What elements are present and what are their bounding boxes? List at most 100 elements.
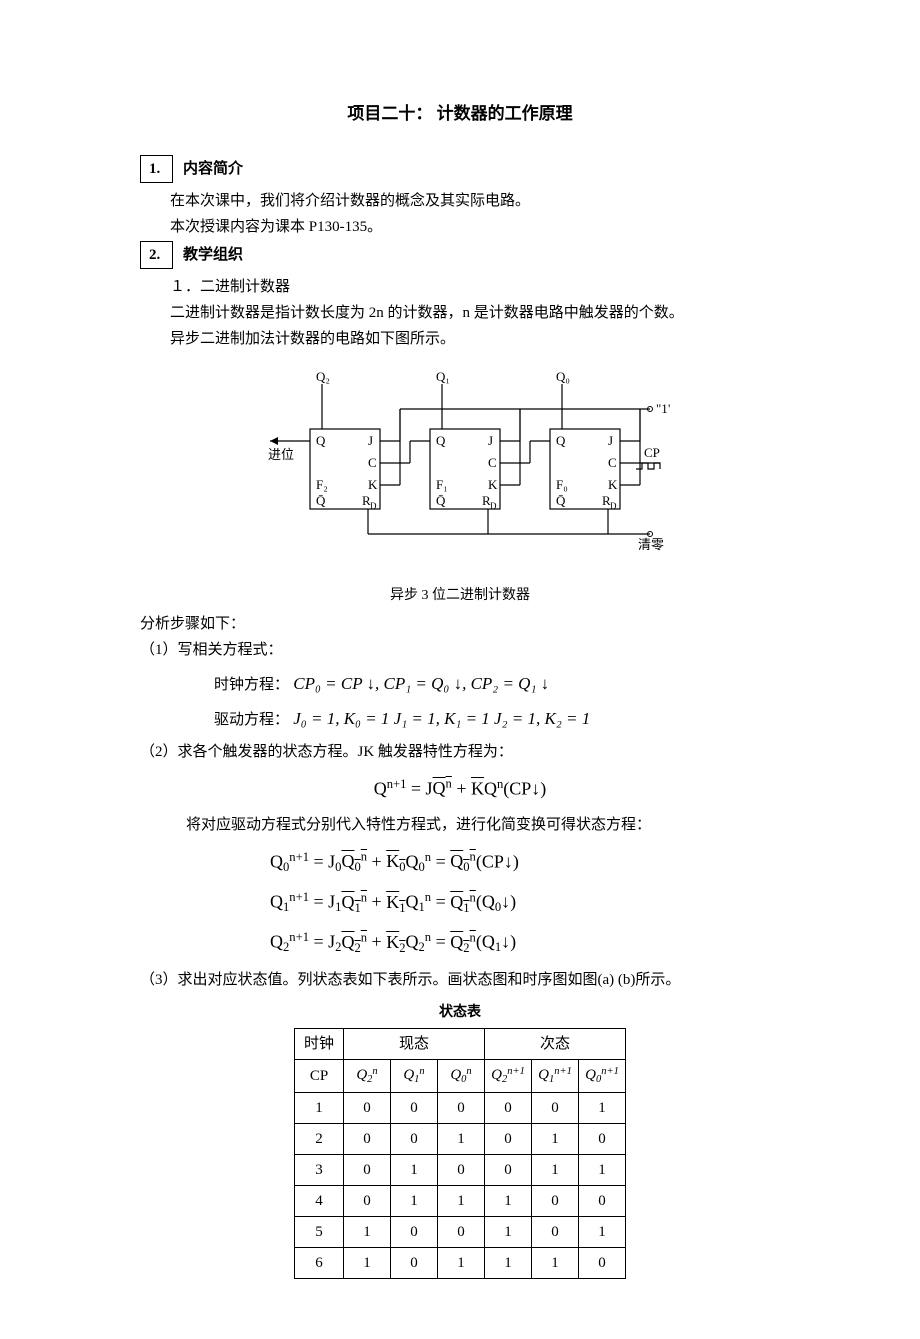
section-1-heading: 内容简介 [183, 157, 243, 181]
table-cell: 0 [532, 1216, 579, 1247]
table-row: 2001010 [295, 1123, 626, 1154]
svg-text:K: K [488, 477, 498, 492]
table-cell: 1 [485, 1216, 532, 1247]
clock-equation: 时钟方程： CP₀ = CP ↓, CP₁ = Q₀ ↓, CP₂ = Q₁ ↓ [214, 670, 780, 697]
circuit-diagram: .l { stroke:#000; stroke-width:1.2; fill… [140, 369, 780, 577]
table-cell: 0 [485, 1154, 532, 1185]
table-cell: 0 [344, 1123, 391, 1154]
svg-text:"1": "1" [656, 401, 670, 416]
step-2: （2）求各个触发器的状态方程。JK 触发器特性方程为： [140, 740, 780, 764]
th-clock: 时钟 [295, 1029, 344, 1060]
table-caption: 状态表 [140, 1002, 780, 1024]
table-cell: 0 [344, 1185, 391, 1216]
table-row: 5100101 [295, 1216, 626, 1247]
svg-text:C: C [368, 455, 377, 470]
svg-text:C: C [608, 455, 617, 470]
state-eq-2: Q2n+1 = J2Q2n + K2Q2n = Q2n(Q1↓) [270, 927, 780, 957]
sec1-p2: 本次授课内容为课本 P130-135。 [170, 215, 780, 239]
svg-text:CP: CP [644, 445, 660, 460]
table-cell: 1 [344, 1247, 391, 1278]
table-cell: 0 [579, 1123, 626, 1154]
section-2-heading: 教学组织 [183, 243, 243, 267]
state-eq-0: Q0n+1 = J0Q0n + K0Q0n = Q0n(CP↓) [270, 847, 780, 877]
table-cell: 0 [344, 1092, 391, 1123]
table-cell: 1 [438, 1185, 485, 1216]
table-row: 1000001 [295, 1092, 626, 1123]
table-row: 4011100 [295, 1185, 626, 1216]
th-cp: CP [295, 1060, 344, 1093]
svg-text:Q̄: Q̄ [436, 493, 446, 508]
svg-text:进位: 进位 [268, 447, 294, 462]
table-cell: 1 [295, 1092, 344, 1123]
th-q0n1: Q0n+1 [579, 1060, 626, 1093]
svg-text:J: J [368, 433, 373, 448]
section-2-number: 2. [140, 241, 173, 269]
drive-equation: 驱动方程： J₀ = 1, K₀ = 1 J₁ = 1, K₁ = 1 J₂ =… [214, 705, 780, 732]
sec2-sub1: １．二进制计数器 [170, 275, 780, 299]
table-cell: 1 [438, 1123, 485, 1154]
table-cell: 1 [532, 1123, 579, 1154]
svg-text:K: K [368, 477, 378, 492]
table-cell: 4 [295, 1185, 344, 1216]
th-q2n1: Q2n+1 [485, 1060, 532, 1093]
table-cell: 1 [485, 1247, 532, 1278]
table-cell: 0 [532, 1092, 579, 1123]
svg-text:K: K [608, 477, 618, 492]
table-cell: 0 [391, 1123, 438, 1154]
table-cell: 0 [391, 1247, 438, 1278]
table-cell: 0 [391, 1216, 438, 1247]
table-cell: 0 [532, 1185, 579, 1216]
table-cell: 1 [579, 1092, 626, 1123]
svg-text:F₁: F₁ [436, 477, 448, 492]
svg-text:D: D [610, 501, 617, 511]
table-cell: 0 [485, 1092, 532, 1123]
figure-caption: 异步 3 位二进制计数器 [140, 585, 780, 607]
th-q1n: Q1n [391, 1060, 438, 1093]
step-2b: 将对应驱动方程式分别代入特性方程式，进行化简变换可得状态方程： [186, 813, 780, 837]
step-3: （3）求出对应状态值。列状态表如下表所示。画状态图和时序图如图(a) (b)所示… [140, 968, 780, 992]
section-1-number: 1. [140, 155, 173, 183]
table-cell: 1 [532, 1247, 579, 1278]
svg-text:Q: Q [316, 433, 326, 448]
table-cell: 6 [295, 1247, 344, 1278]
table-cell: 0 [579, 1247, 626, 1278]
table-row: 6101110 [295, 1247, 626, 1278]
table-cell: 1 [485, 1185, 532, 1216]
table-cell: 0 [485, 1123, 532, 1154]
svg-text:Q₀: Q₀ [556, 369, 570, 384]
sec2-p2: 异步二进制加法计数器的电路如下图所示。 [170, 327, 780, 351]
table-cell: 0 [391, 1092, 438, 1123]
sec2-p1: 二进制计数器是指计数长度为 2n 的计数器，n 是计数器电路中触发器的个数。 [170, 301, 780, 325]
page-title: 项目二十： 计数器的工作原理 [140, 100, 780, 127]
th-q1n1: Q1n+1 [532, 1060, 579, 1093]
table-cell: 1 [391, 1185, 438, 1216]
table-cell: 0 [344, 1154, 391, 1185]
table-cell: 1 [579, 1154, 626, 1185]
counter-circuit-icon: .l { stroke:#000; stroke-width:1.2; fill… [250, 369, 670, 569]
svg-text:C: C [488, 455, 497, 470]
svg-text:Q̄: Q̄ [556, 493, 566, 508]
table-row: 3010011 [295, 1154, 626, 1185]
analysis-intro: 分析步骤如下： [140, 612, 780, 636]
th-current: 现态 [344, 1029, 485, 1060]
step-1: （1）写相关方程式： [140, 638, 780, 662]
table-cell: 2 [295, 1123, 344, 1154]
table-cell: 0 [438, 1092, 485, 1123]
table-cell: 0 [438, 1154, 485, 1185]
table-cell: 1 [438, 1247, 485, 1278]
table-cell: 1 [532, 1154, 579, 1185]
svg-text:F₂: F₂ [316, 477, 328, 492]
table-cell: 0 [438, 1216, 485, 1247]
state-eq-1: Q1n+1 = J1Q1n + K1Q1n = Q1n(Q0↓) [270, 887, 780, 917]
svg-text:Q̄: Q̄ [316, 493, 326, 508]
svg-text:Q₁: Q₁ [436, 369, 450, 384]
svg-text:清零: 清零 [638, 537, 664, 552]
svg-text:D: D [490, 501, 497, 511]
table-cell: 1 [344, 1216, 391, 1247]
table-cell: 3 [295, 1154, 344, 1185]
characteristic-equation: Qn+1 = JQn + KQn(CP↓) [140, 774, 780, 803]
svg-text:Q: Q [436, 433, 446, 448]
th-next: 次态 [485, 1029, 626, 1060]
svg-text:J: J [488, 433, 493, 448]
th-q0n: Q0n [438, 1060, 485, 1093]
